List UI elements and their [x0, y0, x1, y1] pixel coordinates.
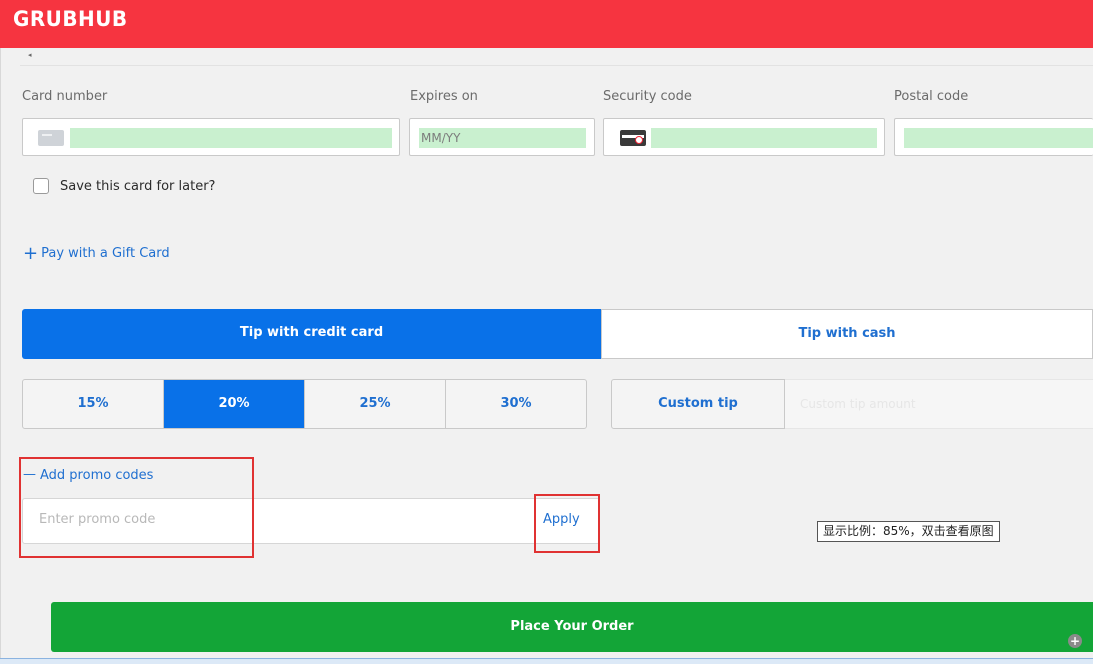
promo-toggle-label: Add promo codes	[40, 468, 154, 483]
tip-15-button[interactable]: 15%	[23, 380, 164, 428]
tab-tip-cash[interactable]: Tip with cash	[601, 309, 1093, 359]
scroll-left-icon[interactable]: ◂	[28, 51, 32, 59]
bottom-status-strip	[0, 658, 1093, 664]
promo-code-field[interactable]: Enter promo code Apply	[22, 498, 600, 544]
save-card-checkbox[interactable]	[33, 178, 49, 194]
plus-icon: +	[23, 243, 39, 264]
apply-promo-button[interactable]: Apply	[543, 512, 580, 527]
zoom-ratio-note: 显示比例：85%，双击查看原图	[817, 521, 1000, 542]
card-number-label: Card number	[22, 89, 108, 104]
minus-icon: —	[23, 467, 36, 482]
gift-card-label: Pay with a Gift Card	[41, 246, 170, 261]
custom-tip-amount-input[interactable]: Custom tip amount	[785, 379, 1093, 429]
gift-card-link[interactable]: + Pay with a Gift Card	[23, 241, 170, 264]
card-number-field[interactable]	[22, 118, 400, 156]
left-border	[0, 48, 1, 658]
card-security-code-icon	[620, 130, 646, 146]
credit-card-icon	[38, 130, 64, 146]
app-header: GRUBHUB	[0, 0, 1093, 48]
security-code-field[interactable]	[603, 118, 885, 156]
place-order-button[interactable]: Place Your Order	[51, 602, 1093, 652]
zoom-in-icon[interactable]: +	[1068, 634, 1082, 648]
tip-percentage-group: 15% 20% 25% 30%	[22, 379, 587, 429]
tab-tip-credit-card[interactable]: Tip with credit card	[22, 309, 601, 359]
expires-input[interactable]: MM/YY	[419, 128, 586, 148]
grubhub-logo[interactable]: GRUBHUB	[13, 7, 128, 31]
tip-25-button[interactable]: 25%	[305, 380, 446, 428]
security-code-input[interactable]	[651, 128, 877, 148]
custom-tip-button[interactable]: Custom tip	[611, 379, 785, 429]
tip-30-button[interactable]: 30%	[446, 380, 586, 428]
promo-code-input[interactable]: Enter promo code	[39, 512, 155, 527]
postal-code-label: Postal code	[894, 89, 969, 104]
expires-field[interactable]: MM/YY	[409, 118, 595, 156]
postal-code-input[interactable]	[904, 128, 1093, 148]
card-number-input[interactable]	[70, 128, 392, 148]
section-divider	[20, 65, 1093, 66]
promo-toggle[interactable]: — Add promo codes	[23, 467, 154, 483]
postal-code-field[interactable]	[894, 118, 1093, 156]
security-code-label: Security code	[603, 89, 692, 104]
tip-20-button[interactable]: 20%	[164, 380, 305, 428]
expires-label: Expires on	[410, 89, 478, 104]
save-card-label[interactable]: Save this card for later?	[60, 179, 215, 194]
